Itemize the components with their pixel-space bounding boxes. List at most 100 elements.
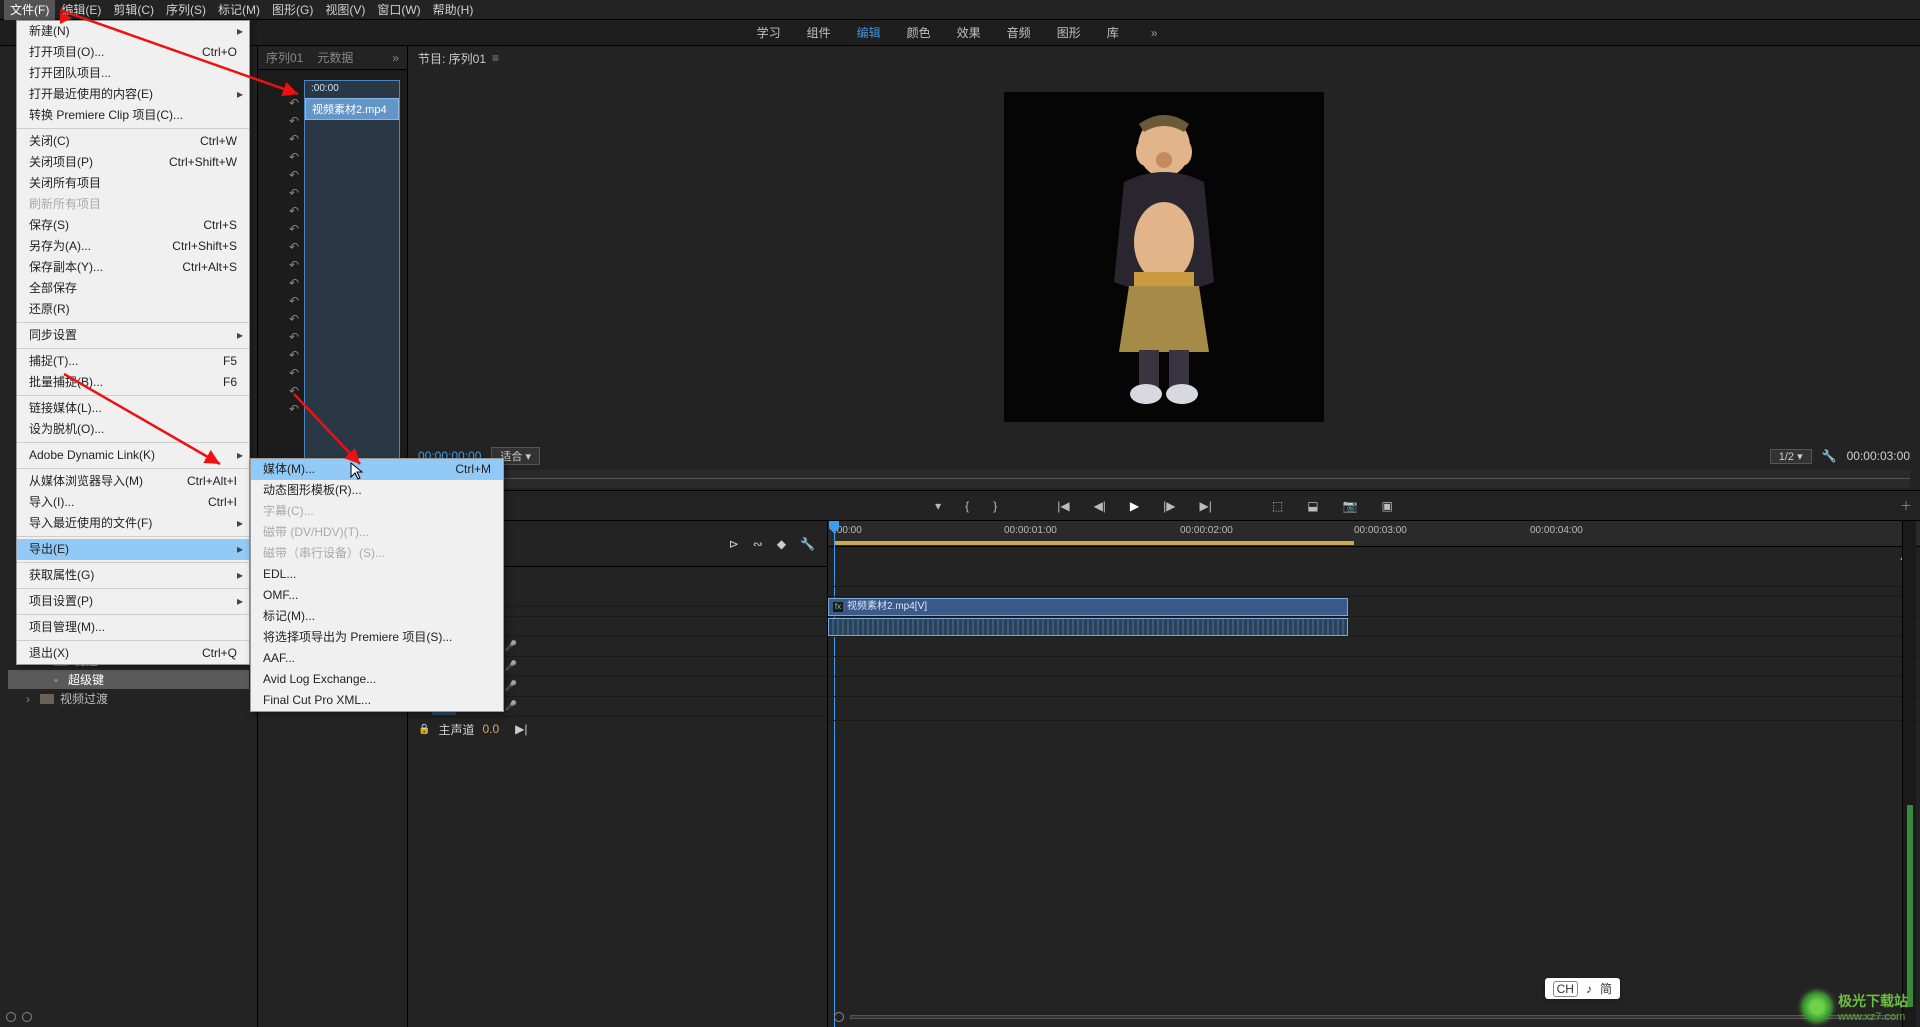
fm-proj-settings[interactable]: 项目设置(P)▸	[17, 591, 249, 612]
mic-icon[interactable]: 🎤	[501, 701, 519, 712]
menu-graphics[interactable]: 图形(G)	[266, 0, 319, 20]
tab-sequence[interactable]: 序列01	[266, 49, 303, 66]
wrench-icon[interactable]: 🔧	[1822, 449, 1837, 463]
lock-icon[interactable]: 🔒	[418, 724, 430, 735]
ws-editing[interactable]: 编辑	[857, 24, 881, 41]
clip-video[interactable]: fx 视频素材2.mp4[V]	[828, 598, 1348, 616]
menu-view[interactable]: 视图(V)	[319, 0, 371, 20]
fm-set-offline[interactable]: 设为脱机(O)...	[17, 419, 249, 440]
em-motion[interactable]: 动态图形模板(R)...	[251, 480, 503, 501]
ws-effects[interactable]: 效果	[957, 24, 981, 41]
skip-icon[interactable]: ▶|	[515, 722, 527, 736]
fm-new[interactable]: 新建(N)▸	[17, 21, 249, 42]
ime-indicator[interactable]: CH ♪ 简	[1545, 978, 1620, 999]
em-fcpxml[interactable]: Final Cut Pro XML...	[251, 690, 503, 711]
clip-audio[interactable]	[828, 618, 1348, 636]
fm-save-all[interactable]: 全部保存	[17, 278, 249, 299]
play-icon[interactable]: ▶	[1126, 497, 1143, 515]
fm-close-proj[interactable]: 关闭项目(P)Ctrl+Shift+W	[17, 152, 249, 173]
fm-link-media[interactable]: 链接媒体(L)...	[17, 398, 249, 419]
mic-icon[interactable]: 🎤	[501, 681, 519, 692]
panel-menu-icon[interactable]: ≡	[492, 51, 499, 65]
marker-add-icon[interactable]: ▾	[931, 497, 945, 515]
menu-file[interactable]: 文件(F)	[4, 0, 55, 20]
menu-window[interactable]: 窗口(W)	[371, 0, 426, 20]
ws-audio[interactable]: 音频	[1007, 24, 1031, 41]
menu-sequence[interactable]: 序列(S)	[160, 0, 212, 20]
tree-ultrakey[interactable]: ▪ 超级键	[8, 670, 249, 689]
fm-batch-capture[interactable]: 批量捕捉(B)...F6	[17, 372, 249, 393]
menu-help[interactable]: 帮助(H)	[427, 0, 480, 20]
em-omf[interactable]: OMF...	[251, 585, 503, 606]
step-back-icon[interactable]: ◀|	[1090, 497, 1110, 515]
tree-video-trans[interactable]: › 视频过渡	[8, 689, 249, 708]
snap-icon[interactable]: ⊳	[727, 535, 741, 553]
program-canvas[interactable]	[408, 70, 1920, 444]
timeline-body[interactable]: :00:00 00:00:01:00 00:00:02:00 00:00:03:…	[828, 521, 1920, 1027]
tab-more[interactable]: »	[392, 51, 399, 65]
add-button-icon[interactable]: ＋	[1900, 497, 1912, 514]
fm-close[interactable]: 关闭(C)Ctrl+W	[17, 131, 249, 152]
em-markers[interactable]: 标记(M)...	[251, 606, 503, 627]
ws-more[interactable]: »	[1145, 26, 1164, 40]
master-db[interactable]: 0.0	[482, 722, 499, 736]
ws-libraries[interactable]: 库	[1107, 24, 1119, 41]
time-ruler[interactable]: :00:00 00:00:01:00 00:00:02:00 00:00:03:…	[828, 521, 1920, 547]
fm-open-team[interactable]: 打开团队项目...	[17, 63, 249, 84]
link-icon[interactable]: ∾	[751, 535, 765, 553]
em-aaf[interactable]: AAF...	[251, 648, 503, 669]
ws-color[interactable]: 颜色	[907, 24, 931, 41]
fm-save-as[interactable]: 另存为(A)...Ctrl+Shift+S	[17, 236, 249, 257]
work-area[interactable]	[834, 541, 1354, 545]
fm-export[interactable]: 导出(E)▸	[17, 539, 249, 560]
h-zoom-handle[interactable]	[834, 1012, 844, 1022]
source-drop[interactable]: :00:00 视频素材2.mp4	[304, 80, 400, 460]
zoom-handle[interactable]	[6, 1012, 16, 1022]
ws-learn[interactable]: 学习	[757, 24, 781, 41]
ws-graphics[interactable]: 图形	[1057, 24, 1081, 41]
fm-get-props[interactable]: 获取属性(G)▸	[17, 565, 249, 586]
fm-import-browser[interactable]: 从媒体浏览器导入(M)Ctrl+Alt+I	[17, 471, 249, 492]
compare-icon[interactable]: ▣	[1378, 497, 1397, 515]
markers-icon[interactable]: ◆	[775, 535, 788, 553]
fm-open[interactable]: 打开项目(O)...Ctrl+O	[17, 42, 249, 63]
fm-open-recent[interactable]: 打开最近使用的内容(E)▸	[17, 84, 249, 105]
resolution-selector[interactable]: 1/2 ▾	[1770, 449, 1812, 464]
fm-import[interactable]: 导入(I)...Ctrl+I	[17, 492, 249, 513]
ws-assembly[interactable]: 组件	[807, 24, 831, 41]
fm-convert[interactable]: 转换 Premiere Clip 项目(C)...	[17, 105, 249, 126]
h-scroll[interactable]	[850, 1015, 1898, 1019]
menu-edit[interactable]: 编辑(E)	[55, 0, 107, 20]
in-point-icon[interactable]: {	[961, 497, 973, 515]
project-bins[interactable]: ↶↶↶↶ ↶↶↶↶ ↶↶↶↶ ↶↶↶↶ ↶↶ :00:00 视频素材2.mp4	[258, 70, 407, 480]
go-out-icon[interactable]: ▶|	[1196, 497, 1216, 515]
go-in-icon[interactable]: |◀	[1053, 497, 1073, 515]
fm-save-copy[interactable]: 保存副本(Y)...Ctrl+Alt+S	[17, 257, 249, 278]
em-media[interactable]: 媒体(M)...Ctrl+M	[251, 459, 503, 480]
em-edl[interactable]: EDL...	[251, 564, 503, 585]
fm-sync[interactable]: 同步设置▸	[17, 325, 249, 346]
fm-capture[interactable]: 捕捉(T)...F5	[17, 351, 249, 372]
fm-exit[interactable]: 退出(X)Ctrl+Q	[17, 643, 249, 664]
mic-icon[interactable]: 🎤	[501, 641, 519, 652]
step-fwd-icon[interactable]: |▶	[1159, 497, 1179, 515]
fm-dyn-link[interactable]: Adobe Dynamic Link(K)▸	[17, 445, 249, 466]
menu-marker[interactable]: 标记(M)	[212, 0, 266, 20]
fm-import-recent[interactable]: 导入最近使用的文件(F)▸	[17, 513, 249, 534]
dropped-clip[interactable]: 视频素材2.mp4	[305, 98, 399, 120]
em-prem-proj[interactable]: 将选择项导出为 Premiere 项目(S)...	[251, 627, 503, 648]
zoom-handle[interactable]	[22, 1012, 32, 1022]
extract-icon[interactable]: ⬓	[1303, 497, 1322, 515]
lift-icon[interactable]: ⬚	[1268, 497, 1287, 515]
out-point-icon[interactable]: }	[989, 497, 1001, 515]
fm-revert[interactable]: 还原(R)	[17, 299, 249, 320]
em-avid[interactable]: Avid Log Exchange...	[251, 669, 503, 690]
menu-clip[interactable]: 剪辑(C)	[107, 0, 160, 20]
fm-save[interactable]: 保存(S)Ctrl+S	[17, 215, 249, 236]
settings-icon[interactable]: 🔧	[798, 535, 817, 553]
tab-metadata[interactable]: 元数据	[317, 49, 353, 66]
fm-proj-manage[interactable]: 项目管理(M)...	[17, 617, 249, 638]
mic-icon[interactable]: 🎤	[501, 661, 519, 672]
program-ruler[interactable]	[418, 470, 1910, 488]
fm-close-all[interactable]: 关闭所有项目	[17, 173, 249, 194]
